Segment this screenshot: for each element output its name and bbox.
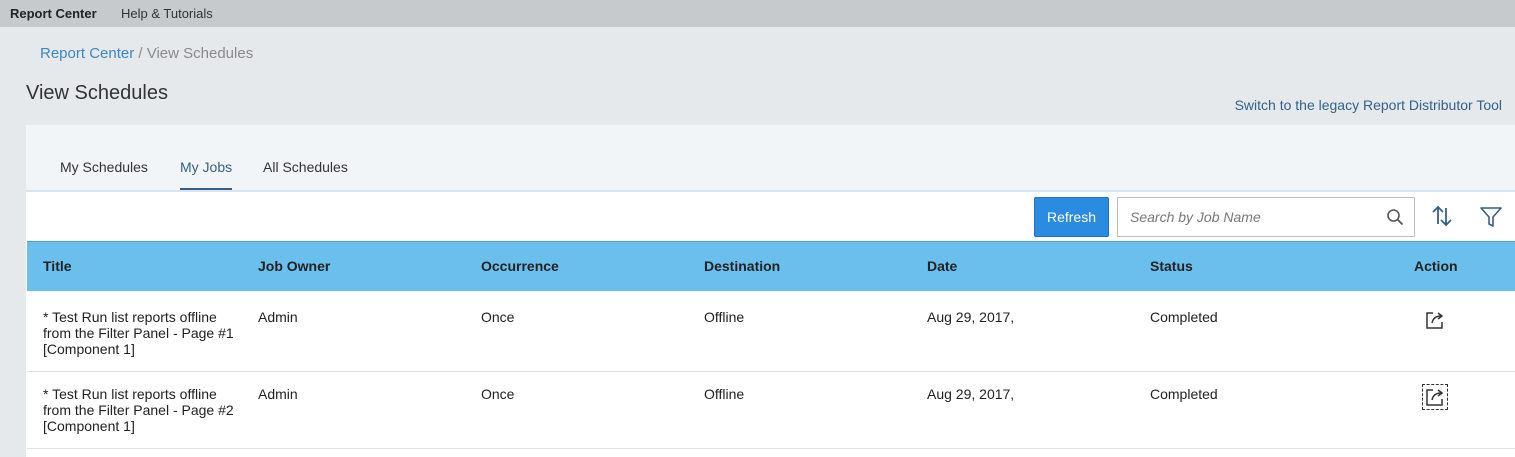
tab-all-schedules[interactable]: All Schedules xyxy=(263,159,348,188)
cell-title: * Test Run list reports offline from the… xyxy=(43,309,234,357)
legacy-tool-link[interactable]: Switch to the legacy Report Distributor … xyxy=(1235,97,1502,113)
top-navigation-bar: Report Center Help & Tutorials xyxy=(0,0,1515,27)
sort-icon[interactable] xyxy=(1430,204,1454,228)
nav-report-center[interactable]: Report Center xyxy=(10,6,97,21)
cell-status: Completed xyxy=(1150,386,1218,402)
cell-date: Aug 29, 2017, xyxy=(927,309,1015,325)
export-icon[interactable] xyxy=(1422,384,1448,410)
refresh-button[interactable]: Refresh xyxy=(1034,197,1109,237)
search-field[interactable] xyxy=(1117,197,1415,237)
breadcrumb-separator: / xyxy=(134,45,147,62)
column-header-title[interactable]: Title xyxy=(43,258,72,274)
column-header-occurrence[interactable]: Occurrence xyxy=(481,258,559,274)
tab-my-schedules[interactable]: My Schedules xyxy=(60,159,148,188)
cell-status: Completed xyxy=(1150,309,1218,325)
cell-title: * Test Run list reports offline from the… xyxy=(43,386,234,434)
cell-job-owner: Admin xyxy=(258,386,298,402)
cell-destination: Offline xyxy=(704,386,745,402)
search-icon[interactable] xyxy=(1386,208,1404,226)
cell-date: Aug 29, 2017, xyxy=(927,386,1015,402)
column-header-date[interactable]: Date xyxy=(927,258,957,274)
tab-my-jobs[interactable]: My Jobs xyxy=(180,159,233,190)
cell-destination: Offline xyxy=(704,309,745,325)
export-icon[interactable] xyxy=(1424,309,1446,331)
breadcrumb-current: View Schedules xyxy=(146,45,254,62)
breadcrumb: Report Center / View Schedules xyxy=(40,45,253,62)
column-header-destination[interactable]: Destination xyxy=(704,258,780,274)
cell-job-owner: Admin xyxy=(258,309,298,325)
cell-occurrence: Once xyxy=(481,386,515,402)
filter-icon[interactable] xyxy=(1479,205,1503,229)
nav-help-tutorials[interactable]: Help & Tutorials xyxy=(121,6,213,21)
jobs-panel: My Schedules My Jobs All Schedules Refre… xyxy=(26,125,1515,457)
column-header-job-owner[interactable]: Job Owner xyxy=(258,258,330,274)
cell-occurrence: Once xyxy=(481,309,515,325)
table-header: Title Job Owner Occurrence Destination D… xyxy=(27,241,1515,291)
breadcrumb-report-center[interactable]: Report Center xyxy=(40,45,134,62)
page-title: View Schedules xyxy=(26,82,168,104)
tab-bar: My Schedules My Jobs All Schedules xyxy=(26,125,1515,192)
column-header-status[interactable]: Status xyxy=(1150,258,1193,274)
column-header-action: Action xyxy=(1414,258,1458,274)
search-input[interactable] xyxy=(1130,208,1370,226)
table-row[interactable]: * Test Run list reports offline from the… xyxy=(27,372,1515,449)
table-row[interactable]: * Test Run list reports offline from the… xyxy=(27,295,1515,372)
